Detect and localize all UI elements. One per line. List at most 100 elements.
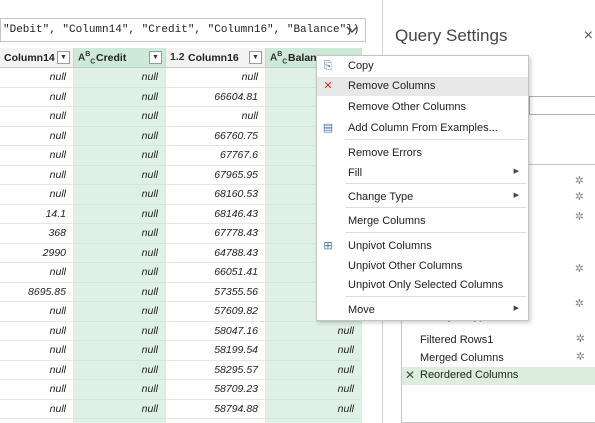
credit-cell[interactable]: null [74,282,166,302]
formula-text[interactable]: "Debit", "Column14", "Credit", "Column16… [3,24,359,36]
credit-cell[interactable]: null [74,302,166,322]
column-column16[interactable]: 1.2 Column16 ▼ null 66604.81 null 66760.75 6… [166,48,266,423]
menu-item-merge-columns[interactable]: Merge Columns [317,212,528,231]
menu-item-unpivot-other-columns[interactable]: Unpivot Other Columns [317,257,528,276]
credit-cell[interactable]: null [74,263,166,283]
chevron-down-icon[interactable] [345,22,359,38]
gear-icon[interactable]: ✲ [575,174,584,187]
balance-cell[interactable]: null [266,321,362,341]
filter-dropdown-icon[interactable]: ▼ [57,51,70,64]
column16-cell[interactable]: null [166,68,266,88]
gear-icon[interactable]: ✲ [575,262,584,275]
credit-cell[interactable]: null [74,380,166,400]
column14-cell[interactable]: null [0,87,74,107]
column16-cell[interactable]: 58709.23 [166,380,266,400]
credit-cell[interactable]: null [74,126,166,146]
column16-cell[interactable]: 58295.57 [166,360,266,380]
gear-icon[interactable]: ✲ [576,350,585,363]
column16-cell[interactable]: null [166,107,266,127]
column16-cell[interactable]: 68160.53 [166,185,266,205]
column14-cell[interactable]: null [0,302,74,322]
column14-cell[interactable]: null [0,68,74,88]
applied-step-merged-columns[interactable]: Merged Columns ✲ [402,350,595,368]
gear-icon[interactable]: ✲ [575,210,584,223]
column14-cell[interactable]: null [0,399,74,419]
menu-item-fill[interactable]: Fill ▶ [317,164,528,183]
delete-step-icon[interactable]: ✕ [405,368,415,382]
column14-cell[interactable]: null [0,107,74,127]
column16-cell[interactable]: 66051.41 [166,263,266,283]
menu-item-copy[interactable]: ⎘ Copy [317,57,528,76]
gear-icon[interactable]: ✲ [576,332,585,345]
text-type-icon[interactable]: ABC [78,51,95,65]
query-name-input[interactable] [529,96,595,115]
credit-cell[interactable]: null [74,146,166,166]
column14-cell[interactable]: null [0,321,74,341]
filter-dropdown-icon[interactable]: ▼ [249,51,262,64]
credit-cell[interactable]: null [74,107,166,127]
balance-cell[interactable]: null [266,360,362,380]
column14-cell[interactable]: 2990 [0,243,74,263]
column14-cell[interactable]: null [0,360,74,380]
gear-icon[interactable]: ✲ [575,190,584,203]
column16-cell[interactable]: 57355.56 [166,282,266,302]
balance-cell[interactable]: null [266,380,362,400]
credit-cell[interactable]: null [74,68,166,88]
menu-item-change-type[interactable]: Change Type ▶ [317,188,528,207]
credit-cell[interactable]: null [74,165,166,185]
credit-cell[interactable]: null [74,321,166,341]
applied-step-reordered-columns[interactable]: ✕ Reordered Columns [402,367,595,385]
column16-cell[interactable]: 64788.43 [166,243,266,263]
column-column14[interactable]: Column14 ▼ null null null null null null null 1… [0,48,74,423]
formula-bar[interactable]: "Debit", "Column14", "Credit", "Column16… [0,18,366,42]
column14-cell[interactable]: 8695.85 [0,282,74,302]
column16-cell[interactable]: 66604.81 [166,87,266,107]
menu-item-remove-other-columns[interactable]: Remove Other Columns [317,98,528,117]
menu-item-unpivot-columns[interactable]: ⊞ Unpivot Columns [317,237,528,256]
credit-cell[interactable]: null [74,399,166,419]
column-header-column14[interactable]: Column14 ▼ [0,48,74,68]
gear-icon[interactable]: ✲ [575,297,584,310]
menu-item-move[interactable]: Move ▶ [317,301,528,320]
column14-cell[interactable]: null [0,185,74,205]
balance-cell[interactable]: null [266,399,362,419]
column16-cell[interactable]: 58047.16 [166,321,266,341]
credit-cell[interactable]: null [74,419,166,423]
column14-cell[interactable]: 368 [0,224,74,244]
column14-cell[interactable]: null [0,146,74,166]
column16-cell[interactable]: 59376.67 [166,419,266,423]
column16-cell[interactable]: 67767.6 [166,146,266,166]
menu-item-unpivot-only-selected-columns[interactable]: Unpivot Only Selected Columns [317,276,528,295]
credit-cell[interactable]: null [74,204,166,224]
column-header-credit[interactable]: ABC Credit ▼ [74,48,166,68]
column14-cell[interactable]: null [0,165,74,185]
column16-cell[interactable]: 67965.95 [166,165,266,185]
column16-cell[interactable]: 58199.54 [166,341,266,361]
column14-cell[interactable]: null [0,341,74,361]
column14-cell[interactable]: null [0,419,74,423]
filter-dropdown-icon[interactable]: ▼ [149,51,162,64]
column16-cell[interactable]: 66760.75 [166,126,266,146]
menu-item-add-column-from-examples[interactable]: ▤ Add Column From Examples... [317,119,528,138]
column14-cell[interactable]: null [0,263,74,283]
balance-cell[interactable]: null [266,341,362,361]
credit-cell[interactable]: null [74,341,166,361]
credit-cell[interactable]: null [74,87,166,107]
column16-cell[interactable]: 58794.88 [166,399,266,419]
menu-item-remove-columns[interactable]: ✕ Remove Columns [317,77,528,96]
credit-cell[interactable]: null [74,224,166,244]
column-header-column16[interactable]: 1.2 Column16 ▼ [166,48,266,68]
column14-cell[interactable]: null [0,126,74,146]
close-icon[interactable]: × [584,27,593,45]
credit-cell[interactable]: null [74,360,166,380]
column16-cell[interactable]: 57609.82 [166,302,266,322]
credit-cell[interactable]: null [74,185,166,205]
column-credit[interactable]: ABC Credit ▼ null null null null null null nul… [74,48,166,423]
text-type-icon[interactable]: ABC [270,51,287,65]
applied-step-filtered-rows1[interactable]: Filtered Rows1 ✲ [402,332,595,350]
balance-cell[interactable]: null [266,419,362,423]
column16-cell[interactable]: 68146.43 [166,204,266,224]
credit-cell[interactable]: null [74,243,166,263]
decimal-type-icon[interactable]: 1.2 [170,51,185,63]
menu-item-remove-errors[interactable]: Remove Errors [317,144,528,163]
